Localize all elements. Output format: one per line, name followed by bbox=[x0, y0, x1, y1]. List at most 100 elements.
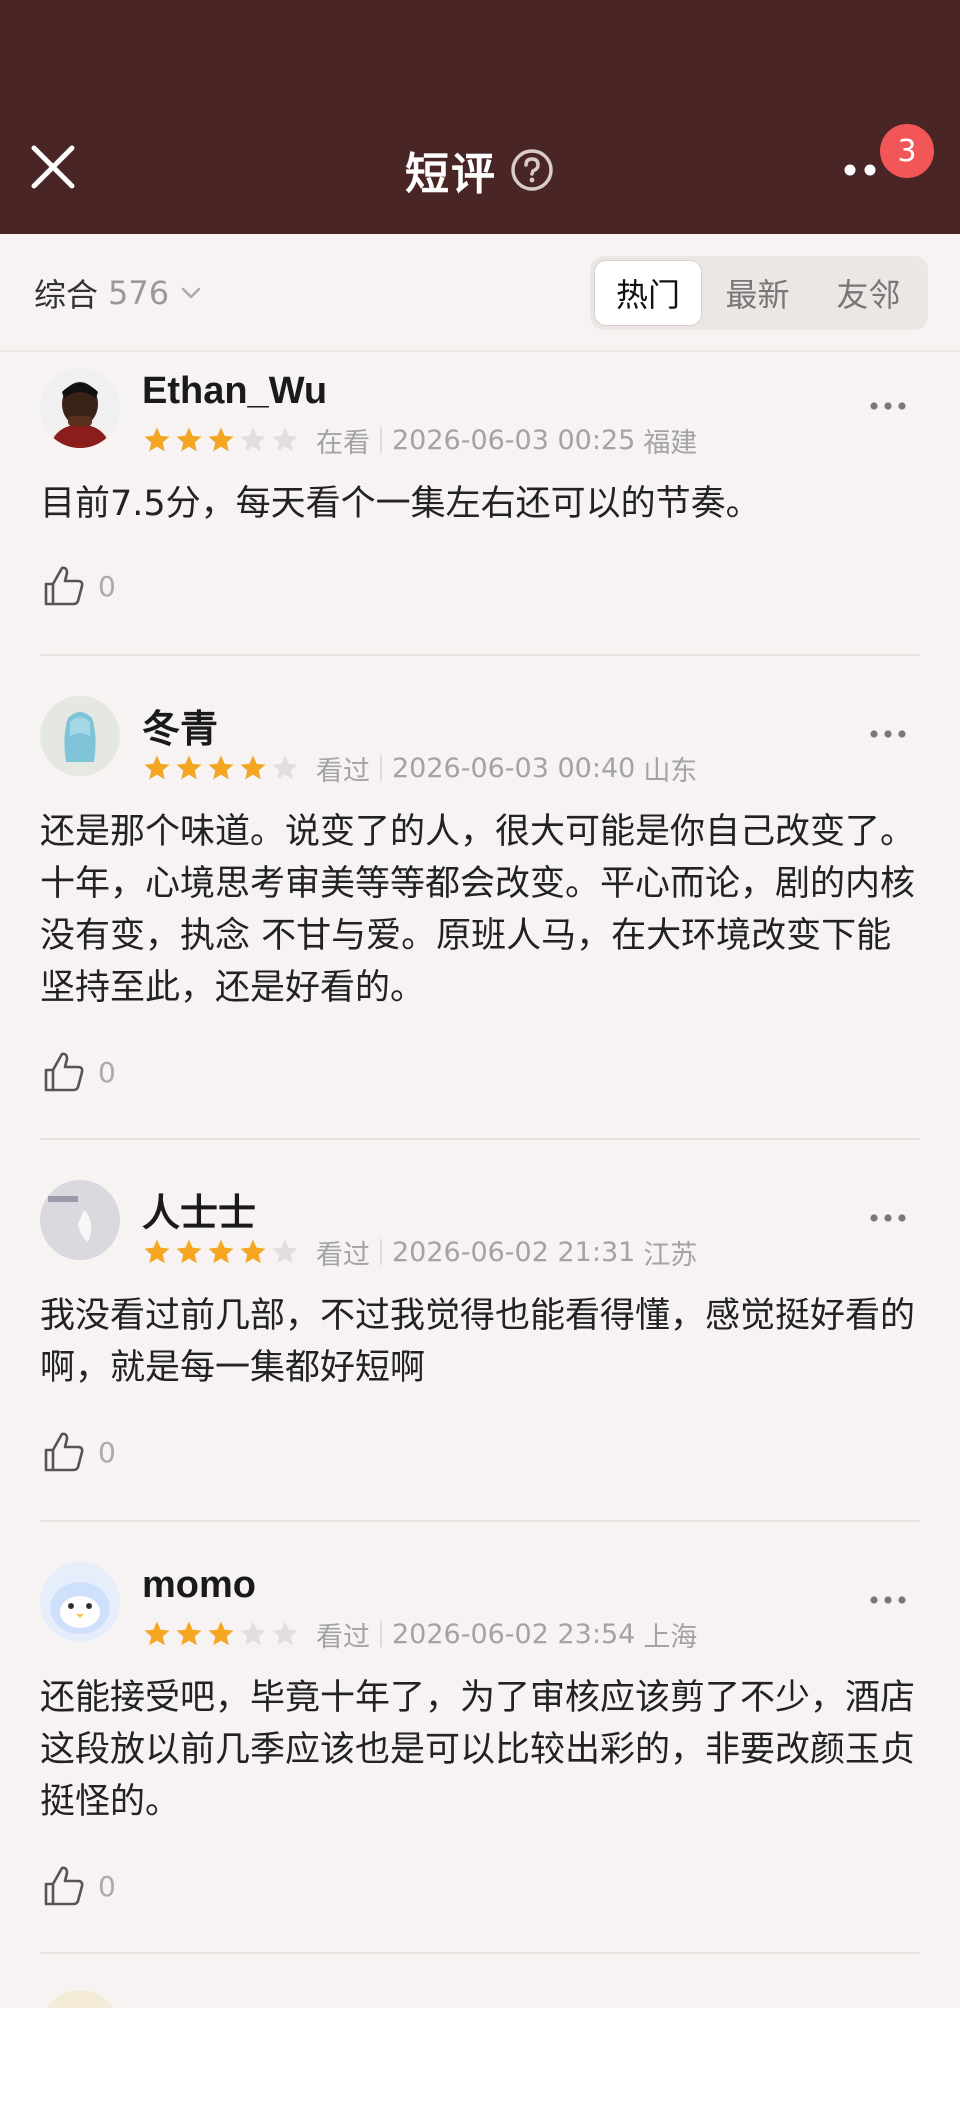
avatar[interactable] bbox=[40, 368, 120, 448]
star-icon bbox=[240, 1621, 266, 1646]
tab-latest[interactable]: 最新 bbox=[702, 260, 813, 326]
star-icon bbox=[272, 755, 298, 780]
like-count: 0 bbox=[98, 1055, 116, 1089]
review-divider bbox=[40, 1520, 920, 1522]
review-meta: 在看 2026-06-03 00:25 福建 bbox=[142, 422, 697, 459]
star-icon bbox=[176, 1239, 202, 1264]
review-datetime: 2026-06-02 21:31 bbox=[392, 1236, 636, 1268]
thumbs-up-icon bbox=[44, 1052, 84, 1092]
star-icon bbox=[240, 1239, 266, 1264]
star-icon bbox=[208, 1239, 234, 1264]
watch-status: 看过 bbox=[316, 755, 370, 787]
review-author[interactable]: 冬青 bbox=[142, 698, 218, 753]
review-item: Ethan_Wu 在看 2026-06-03 00:25 福建 目前7.5分，每… bbox=[40, 368, 920, 658]
review-item: 人士士 看过 2026-06-02 21:31 江苏 我没看过前几部，不过我觉得… bbox=[40, 1180, 920, 1490]
like-count: 0 bbox=[98, 1435, 116, 1469]
sort-dropdown[interactable]: 综合 576 bbox=[34, 270, 203, 316]
tab-friends[interactable]: 友邻 bbox=[813, 260, 924, 326]
help-button[interactable] bbox=[509, 147, 555, 193]
review-location: 上海 bbox=[643, 1621, 698, 1653]
star-icon bbox=[208, 427, 234, 452]
review-meta: 看过 2026-06-03 00:40 山东 bbox=[142, 750, 698, 787]
thumbs-up-icon bbox=[44, 566, 84, 606]
avatar[interactable] bbox=[40, 1990, 120, 2008]
review-datetime: 2026-06-03 00:25 bbox=[392, 424, 636, 456]
review-location: 江苏 bbox=[643, 1239, 698, 1271]
review-text: 我没看过前几部，不过我觉得也能看得懂，感觉挺好看的啊，就是每一集都好短啊 bbox=[40, 1296, 916, 1388]
review-text: 目前7.5分，每天看个一集左右还可以的节奏。 bbox=[40, 484, 761, 524]
review-datetime: 2026-06-02 23:54 bbox=[392, 1618, 636, 1650]
star-icon bbox=[208, 755, 234, 780]
review-datetime: 2026-06-03 00:40 bbox=[392, 752, 636, 784]
review-author[interactable]: 人士士 bbox=[142, 1182, 256, 1237]
rating-stars bbox=[142, 753, 300, 783]
review-text: 还是那个味道。说变了的人，很大可能是你自己改变了。十年，心境思考审美等等都会改变… bbox=[40, 812, 916, 1008]
star-icon bbox=[144, 755, 170, 780]
review-list[interactable]: Ethan_Wu 在看 2026-06-03 00:25 福建 目前7.5分，每… bbox=[0, 354, 960, 2008]
question-mark-icon bbox=[511, 149, 553, 191]
star-icon bbox=[272, 1621, 298, 1646]
watch-status: 看过 bbox=[316, 1621, 370, 1653]
more-dots-icon bbox=[870, 730, 906, 738]
rating-stars bbox=[142, 425, 300, 455]
rating-stars bbox=[142, 1619, 300, 1649]
thumbs-up-icon bbox=[44, 1432, 84, 1472]
review-more-button[interactable] bbox=[866, 716, 910, 752]
like-button[interactable]: 0 bbox=[40, 1048, 116, 1096]
star-icon bbox=[208, 1621, 234, 1646]
star-icon bbox=[144, 427, 170, 452]
review-count: 576 bbox=[108, 274, 170, 312]
avatar[interactable] bbox=[40, 1180, 120, 1260]
review-author[interactable]: momo bbox=[142, 1564, 256, 1607]
review-more-button[interactable] bbox=[866, 1582, 910, 1618]
notification-badge[interactable]: 3 bbox=[880, 124, 934, 178]
review-item-partial bbox=[40, 1990, 920, 2008]
tab-hot[interactable]: 热门 bbox=[594, 260, 702, 326]
app-screen: 短评 3 综合 576 热门 最新 友邻 Ethan_Wu 在看 2026-06… bbox=[0, 0, 960, 2008]
like-button[interactable]: 0 bbox=[40, 1428, 116, 1476]
avatar[interactable] bbox=[40, 1562, 120, 1642]
avatar[interactable] bbox=[40, 696, 120, 776]
star-icon bbox=[272, 427, 298, 452]
meta-divider bbox=[380, 427, 382, 453]
more-dots-icon bbox=[870, 1596, 906, 1604]
review-divider bbox=[40, 1952, 920, 1954]
review-item: momo 看过 2026-06-02 23:54 上海 还能接受吧，毕竟十年了，… bbox=[40, 1562, 920, 1932]
like-count: 0 bbox=[98, 1869, 116, 1903]
review-meta: 看过 2026-06-02 21:31 江苏 bbox=[142, 1234, 698, 1271]
watch-status: 看过 bbox=[316, 1239, 370, 1271]
like-button[interactable]: 0 bbox=[40, 1862, 116, 1910]
like-count: 0 bbox=[98, 569, 116, 603]
thumbs-up-icon bbox=[44, 1866, 84, 1906]
chevron-down-icon bbox=[181, 287, 201, 299]
review-more-button[interactable] bbox=[866, 1200, 910, 1236]
star-icon bbox=[240, 755, 266, 780]
title-group: 短评 bbox=[0, 142, 960, 200]
filter-bar: 综合 576 热门 最新 友邻 bbox=[0, 234, 960, 352]
star-icon bbox=[144, 1239, 170, 1264]
review-location: 山东 bbox=[643, 755, 698, 787]
review-meta: 看过 2026-06-02 23:54 上海 bbox=[142, 1616, 698, 1653]
review-item: 冬青 看过 2026-06-03 00:40 山东 还是那个味道。说变了的人，很… bbox=[40, 696, 920, 1116]
meta-divider bbox=[380, 1621, 382, 1647]
review-text: 还能接受吧，毕竟十年了，为了审核应该剪了不少，酒店这段放以前几季应该也是可以比较… bbox=[40, 1678, 916, 1822]
more-dots-icon bbox=[870, 402, 906, 410]
watch-status: 在看 bbox=[316, 427, 370, 459]
page-title: 短评 bbox=[405, 149, 497, 200]
star-icon bbox=[272, 1239, 298, 1264]
star-icon bbox=[144, 1621, 170, 1646]
star-icon bbox=[240, 427, 266, 452]
sort-label: 综合 bbox=[34, 276, 99, 314]
review-divider bbox=[40, 1138, 920, 1140]
like-button[interactable]: 0 bbox=[40, 562, 116, 610]
sort-tabs: 热门 最新 友邻 bbox=[590, 256, 928, 330]
rating-stars bbox=[142, 1237, 300, 1267]
review-more-button[interactable] bbox=[866, 388, 910, 424]
review-divider bbox=[40, 654, 920, 656]
more-dots-icon bbox=[870, 1214, 906, 1222]
star-icon bbox=[176, 755, 202, 780]
review-author[interactable]: Ethan_Wu bbox=[142, 370, 327, 413]
meta-divider bbox=[380, 755, 382, 781]
star-icon bbox=[176, 1621, 202, 1646]
star-icon bbox=[176, 427, 202, 452]
